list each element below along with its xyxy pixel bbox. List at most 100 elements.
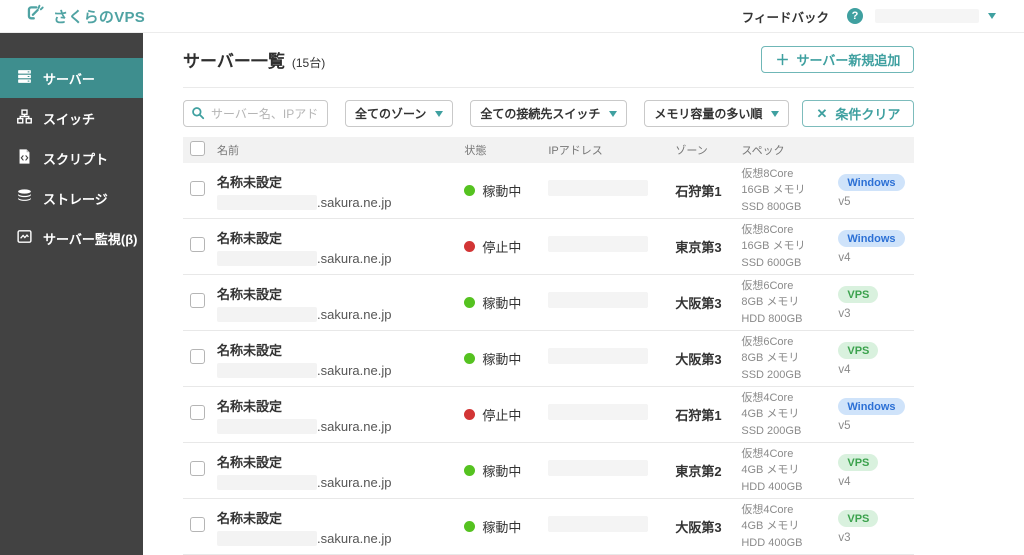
- server-name[interactable]: 名称未設定: [217, 452, 464, 471]
- plan-version: v4: [838, 364, 851, 377]
- spec-cpu: 仮想4Core: [741, 447, 794, 460]
- help-icon[interactable]: ?: [847, 8, 863, 24]
- spec-ram: 4GB メモリ: [741, 408, 800, 421]
- server-name[interactable]: 名称未設定: [217, 172, 464, 191]
- hostname-suffix: .sakura.ne.jp: [317, 418, 392, 434]
- topbar-right: フィードバック ?: [742, 7, 996, 26]
- sidebar-item-label: ストレージ: [43, 191, 108, 207]
- column-header-spec: スペック: [741, 145, 785, 157]
- status-label: 稼動中: [482, 520, 522, 535]
- row-checkbox[interactable]: [190, 348, 205, 364]
- sidebar-item-server[interactable]: サーバー: [0, 58, 143, 98]
- hostname: .sakura.ne.jp: [217, 306, 464, 322]
- table-row[interactable]: 名称未設定 .sakura.ne.jp 停止中 石狩第1 仮想4Core 4GB…: [183, 387, 915, 443]
- sakura-vps-logo-icon: [25, 3, 46, 29]
- table-row[interactable]: 名称未設定 .sakura.ne.jp 稼動中 大阪第3 仮想6Core 8GB…: [183, 275, 915, 331]
- script-icon: [16, 148, 33, 168]
- server-name[interactable]: 名称未設定: [217, 508, 464, 527]
- plan-version: v3: [838, 308, 851, 321]
- spec-cell: 仮想8Core 16GB メモリ SSD 800GB: [741, 166, 838, 216]
- redacted-hostname: [217, 306, 317, 322]
- status-label: 稼動中: [482, 184, 522, 199]
- server-name[interactable]: 名称未設定: [217, 340, 464, 359]
- select-all-checkbox[interactable]: [190, 141, 205, 156]
- redacted-ip-address: [548, 460, 649, 476]
- redacted-ip-address: [548, 404, 649, 420]
- spec-disk: HDD 800GB: [741, 312, 803, 325]
- sidebar-item-storage[interactable]: ストレージ: [0, 178, 143, 218]
- hostname: .sakura.ne.jp: [217, 418, 464, 434]
- server-name[interactable]: 名称未設定: [217, 228, 464, 247]
- status-label: 稼動中: [482, 464, 522, 479]
- spec-disk: HDD 400GB: [741, 536, 803, 549]
- table-row[interactable]: 名称未設定 .sakura.ne.jp 稼動中 東京第2 仮想4Core 4GB…: [183, 443, 915, 499]
- plan-version: v3: [838, 532, 851, 545]
- add-server-button[interactable]: ＋ サーバー新規追加: [761, 46, 915, 73]
- monitor-icon: [16, 228, 33, 248]
- server-name[interactable]: 名称未設定: [217, 396, 464, 415]
- sort-order-label: メモリ容量の多い順: [654, 107, 763, 121]
- table-row[interactable]: 名称未設定 .sakura.ne.jp 停止中 東京第3 仮想8Core 16G…: [183, 219, 915, 275]
- spec-cpu: 仮想6Core: [741, 279, 794, 292]
- logo-text: さくらのVPS: [53, 8, 146, 26]
- plan-cell: VPS v3: [838, 285, 914, 321]
- server-name[interactable]: 名称未設定: [217, 284, 464, 303]
- page-title: サーバー一覧: [183, 52, 285, 71]
- zone-label: 東京第3: [675, 240, 722, 255]
- plan-cell: Windows v4: [838, 229, 914, 265]
- spec-cell: 仮想4Core 4GB メモリ HDD 400GB: [741, 502, 838, 552]
- title-row: サーバー一覧 (15台) ＋ サーバー新規追加: [183, 46, 915, 88]
- account-chevron-down-icon[interactable]: [988, 13, 996, 19]
- clear-filters-button[interactable]: ✕ 条件クリア: [802, 100, 915, 127]
- server-count: (15台): [291, 56, 326, 70]
- row-checkbox[interactable]: [190, 460, 205, 476]
- hostname: .sakura.ne.jp: [217, 362, 464, 378]
- sidebar-item-switch[interactable]: スイッチ: [0, 98, 143, 138]
- table-row[interactable]: 名称未設定 .sakura.ne.jp 稼動中 大阪第3 仮想6Core 8GB…: [183, 331, 915, 387]
- status-cell: 停止中: [464, 405, 548, 424]
- plan-version: v4: [838, 476, 851, 489]
- row-checkbox[interactable]: [190, 404, 205, 420]
- status-dot: [464, 353, 476, 364]
- sidebar-item-script[interactable]: スクリプト: [0, 138, 143, 178]
- sidebar-item-label: サーバー: [43, 71, 95, 87]
- table-row[interactable]: 名称未設定 .sakura.ne.jp 稼動中 石狩第1 仮想8Core 16G…: [183, 163, 915, 219]
- filter-row: 全てのゾーン 全ての接続先スイッチ メモリ容量の多い順 ✕ 条件クリア: [183, 100, 915, 127]
- row-checkbox[interactable]: [190, 180, 205, 196]
- app-logo[interactable]: さくらのVPS: [25, 3, 145, 29]
- hostname: .sakura.ne.jp: [217, 474, 464, 490]
- spec-cpu: 仮想8Core: [741, 167, 794, 180]
- hostname-suffix: .sakura.ne.jp: [317, 306, 392, 322]
- hostname: .sakura.ne.jp: [217, 194, 464, 210]
- spec-cpu: 仮想6Core: [741, 335, 794, 348]
- plan-version: v4: [838, 252, 851, 265]
- zone-label: 石狩第1: [675, 184, 722, 199]
- row-checkbox[interactable]: [190, 236, 205, 252]
- zone-label: 石狩第1: [675, 408, 722, 423]
- switch-filter-label: 全ての接続先スイッチ: [480, 107, 601, 121]
- table-row[interactable]: 名称未設定 .sakura.ne.jp 稼動中 大阪第3 仮想4Core 4GB…: [183, 499, 915, 555]
- sidebar-item-monitoring[interactable]: サーバー監視(β): [0, 218, 143, 258]
- redacted-ip-address: [548, 236, 649, 252]
- row-checkbox[interactable]: [190, 516, 205, 532]
- spec-disk: SSD 200GB: [741, 424, 802, 437]
- plan-version: v5: [838, 420, 851, 433]
- row-checkbox[interactable]: [190, 292, 205, 308]
- sort-order-dropdown[interactable]: メモリ容量の多い順: [644, 100, 790, 127]
- switch-filter-dropdown[interactable]: 全ての接続先スイッチ: [470, 100, 628, 127]
- redacted-hostname: [217, 194, 317, 210]
- column-header-name: 名前: [217, 145, 239, 157]
- status-cell: 稼動中: [464, 349, 548, 368]
- feedback-link[interactable]: フィードバック: [742, 7, 829, 26]
- status-dot: [464, 185, 476, 196]
- status-dot: [464, 241, 476, 252]
- status-cell: 稼動中: [464, 181, 548, 200]
- plan-badge: VPS: [838, 342, 879, 360]
- status-cell: 稼動中: [464, 517, 548, 536]
- redacted-ip-address: [548, 180, 649, 196]
- column-header-zone: ゾーン: [675, 145, 708, 157]
- sidebar-item-label: スクリプト: [43, 151, 109, 167]
- zone-filter-dropdown[interactable]: 全てのゾーン: [345, 100, 454, 127]
- plan-version: v5: [838, 196, 851, 209]
- spec-cell: 仮想4Core 4GB メモリ HDD 400GB: [741, 446, 838, 496]
